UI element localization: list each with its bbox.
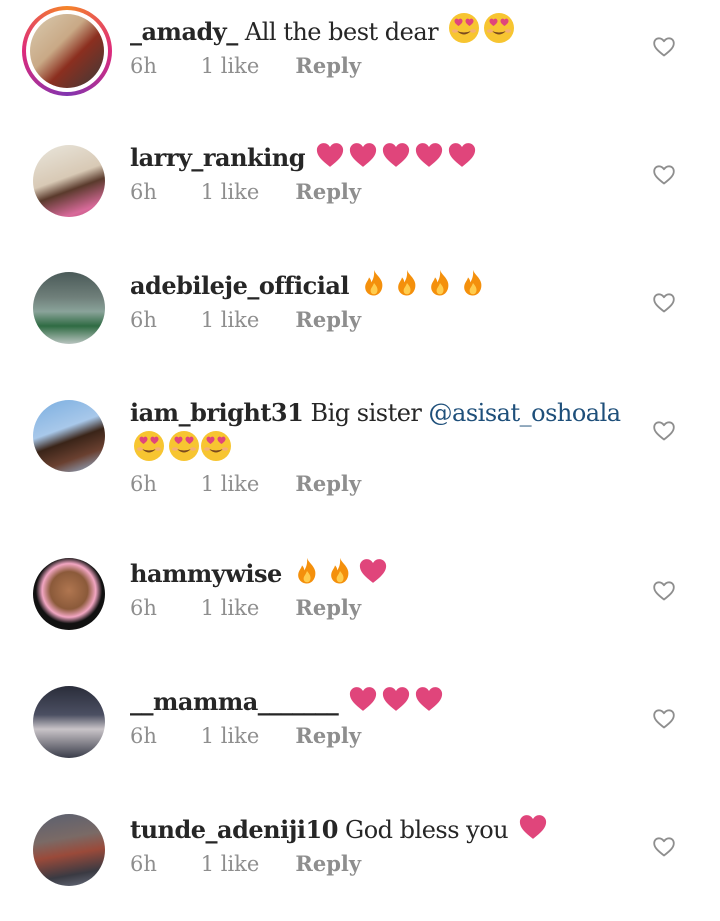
fire-icon [392, 268, 422, 298]
reply-button[interactable]: Reply [295, 53, 361, 78]
comment-time: 6h [130, 54, 157, 78]
smiling-face-with-heart-eyes-icon [483, 12, 515, 44]
comment-time: 6h [130, 180, 157, 204]
comment-username[interactable]: adebileje_official [130, 271, 350, 300]
comment-time: 6h [130, 852, 157, 876]
comment-likes[interactable]: 1 like [201, 54, 289, 78]
like-heart-icon[interactable] [652, 163, 676, 187]
pink-heart-icon [348, 140, 378, 170]
pink-heart-icon [358, 556, 388, 586]
comment-likes[interactable]: 1 like [201, 724, 289, 748]
comment-likes[interactable]: 1 like [201, 308, 289, 332]
reply-button[interactable]: Reply [295, 307, 361, 332]
comment-username[interactable]: tunde_adeniji10 [130, 815, 338, 844]
comment-likes[interactable]: 1 like [201, 472, 289, 496]
avatar[interactable] [33, 686, 105, 758]
comment-username[interactable]: hammywise [130, 559, 282, 588]
comment-text: All the best dear [244, 18, 439, 46]
fire-icon [425, 268, 455, 298]
pink-heart-icon [381, 140, 411, 170]
avatar[interactable] [33, 272, 105, 344]
mention-link[interactable]: @asisat_oshoala [429, 399, 622, 427]
reply-button[interactable]: Reply [295, 471, 361, 496]
smiling-face-with-heart-eyes-icon [200, 430, 232, 462]
comment-likes[interactable]: 1 like [201, 852, 289, 876]
avatar[interactable] [33, 145, 105, 217]
pink-heart-icon [414, 684, 444, 714]
pink-heart-icon [348, 684, 378, 714]
pink-heart-icon [414, 140, 444, 170]
smiling-face-with-heart-eyes-icon [168, 430, 200, 462]
avatar[interactable] [33, 400, 105, 472]
like-heart-icon[interactable] [652, 579, 676, 603]
comment-username[interactable]: iam_bright31 [130, 398, 304, 427]
comment-time: 6h [130, 472, 157, 496]
avatar[interactable] [33, 814, 105, 886]
comment-likes[interactable]: 1 like [201, 180, 289, 204]
reply-button[interactable]: Reply [295, 851, 361, 876]
avatar[interactable] [22, 6, 112, 96]
comment-text: God bless you [345, 816, 509, 844]
avatar[interactable] [33, 558, 105, 630]
comment-time: 6h [130, 308, 157, 332]
smiling-face-with-heart-eyes-icon [133, 430, 165, 462]
fire-icon [359, 268, 389, 298]
fire-icon [292, 556, 322, 586]
like-heart-icon[interactable] [652, 35, 676, 59]
like-heart-icon[interactable] [652, 419, 676, 443]
comment-text: Big sister [310, 399, 422, 427]
comment-username[interactable]: _amady_ [130, 17, 238, 46]
like-heart-icon[interactable] [652, 291, 676, 315]
reply-button[interactable]: Reply [295, 595, 361, 620]
smiling-face-with-heart-eyes-icon [448, 12, 480, 44]
comment-time: 6h [130, 596, 157, 620]
reply-button[interactable]: Reply [295, 179, 361, 204]
pink-heart-icon [447, 140, 477, 170]
comment-username[interactable]: __mamma_______ [130, 687, 339, 716]
pink-heart-icon [381, 684, 411, 714]
comment-likes[interactable]: 1 like [201, 596, 289, 620]
like-heart-icon[interactable] [652, 707, 676, 731]
like-heart-icon[interactable] [652, 835, 676, 859]
fire-icon [325, 556, 355, 586]
comment-time: 6h [130, 724, 157, 748]
comment-username[interactable]: larry_ranking [130, 143, 306, 172]
reply-button[interactable]: Reply [295, 723, 361, 748]
pink-heart-icon [315, 140, 345, 170]
pink-heart-icon [518, 812, 548, 842]
fire-icon [458, 268, 488, 298]
